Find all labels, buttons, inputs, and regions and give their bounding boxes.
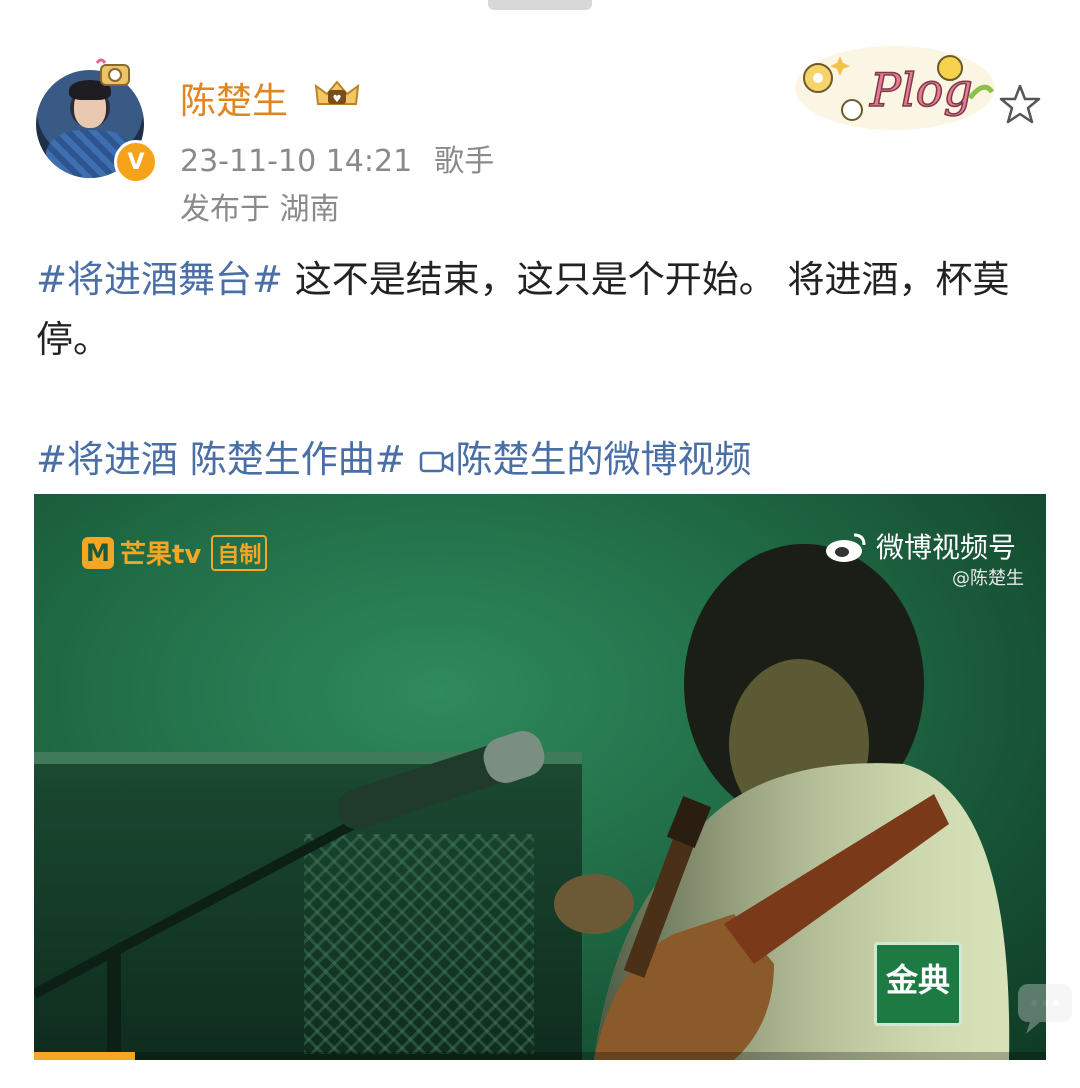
post-source: 歌手 (434, 144, 495, 179)
plog-sticker-icon: Plog (795, 46, 995, 130)
sponsor-brand-logo: 金典 (874, 942, 962, 1026)
watermark-handle: @陈楚生 (952, 568, 1024, 589)
drag-handle[interactable] (488, 0, 592, 10)
watermark-text: 微博视频号 (876, 531, 1017, 564)
hashtag-link[interactable]: #将进酒舞台# (36, 258, 283, 301)
timestamp: 23-11-10 14:21 (180, 144, 413, 179)
mgtv-logo: M 芒果tv 自制 (82, 534, 268, 571)
post-text: #将进酒舞台# 这不是结束，这只是个开始。 将进酒，杯莫停。 #将进酒 陈楚生作… (36, 250, 1036, 490)
video-progress-bar[interactable] (34, 1052, 1046, 1060)
mgtv-name: 芒果tv (120, 540, 202, 570)
video-player[interactable]: M 芒果tv 自制 微博视频号 @陈楚生 金典 (34, 494, 1046, 1060)
video-progress-fill (34, 1052, 136, 1060)
video-camera-icon (419, 451, 453, 473)
video-link-label: 陈楚生的微博视频 (455, 438, 752, 481)
camera-decoration-icon (95, 58, 130, 86)
post-location: 发布于 湖南 (180, 192, 340, 227)
crown-badge-icon: ♥ (314, 80, 360, 105)
verified-icon: V (114, 140, 158, 184)
svg-text:♥: ♥ (333, 94, 342, 105)
favorite-star-icon[interactable] (996, 80, 1044, 128)
mgtv-badge: 自制 (211, 534, 268, 571)
video-link[interactable]: 陈楚生的微博视频 (418, 438, 752, 481)
weibo-logo-icon (826, 533, 866, 562)
hashtag-link[interactable]: #将进酒 陈楚生作曲# (36, 438, 406, 481)
weibo-video-watermark: 微博视频号 (824, 526, 1016, 566)
mgtv-icon: M (82, 536, 114, 569)
username[interactable]: 陈楚生 (180, 72, 288, 124)
post-meta: 23-11-10 14:21 歌手 (180, 136, 494, 180)
comment-bubble-icon[interactable] (1010, 970, 1080, 1040)
